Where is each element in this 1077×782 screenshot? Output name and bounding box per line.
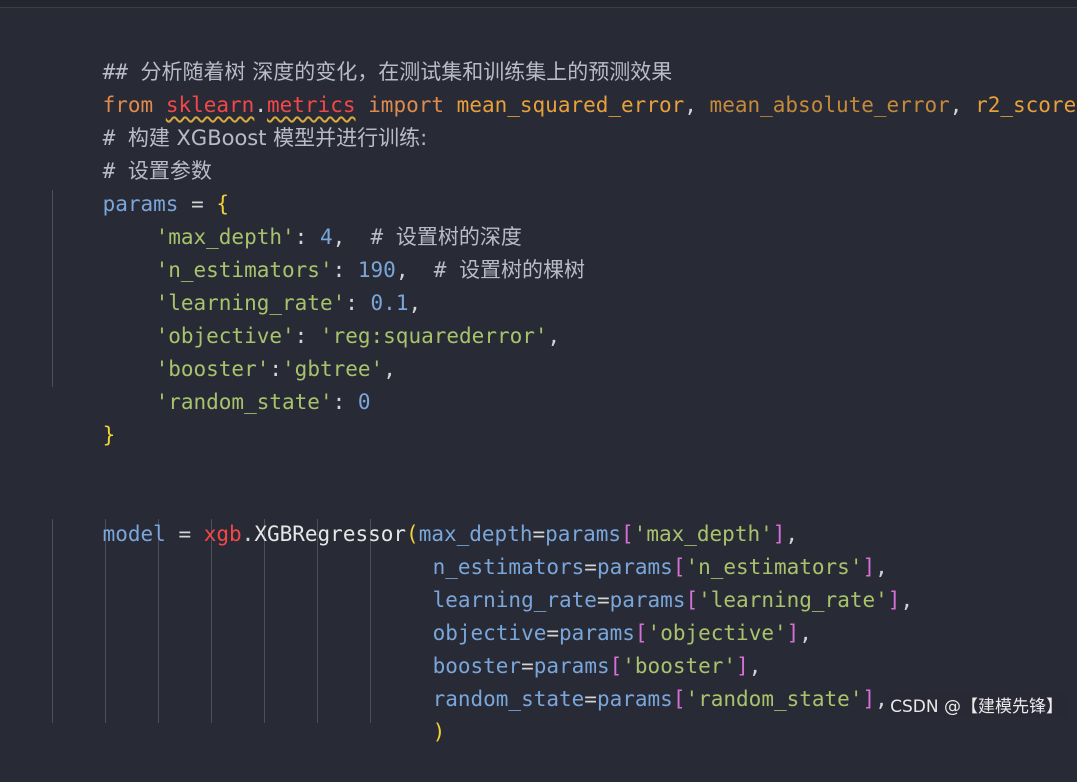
bracket-close: ] — [862, 687, 876, 711]
comment-text: 设置树的棵树 — [459, 258, 586, 282]
bracket-close: ] — [786, 621, 800, 645]
code-line-10[interactable]: 'booster':'gbtree', — [105, 320, 396, 381]
dict-key: 'random_state' — [685, 687, 863, 711]
code-line-1[interactable]: ## 分析随着树 深度的变化，在测试集和训练集上的预测效果 — [52, 23, 673, 84]
comma: , — [383, 357, 396, 381]
colon: : — [332, 390, 358, 414]
code-line-3[interactable]: # 构建 XGBoost 模型并进行训练: — [52, 89, 428, 150]
code-line-6[interactable]: 'max_depth': 4, # 设置树的深度 — [105, 188, 522, 249]
dict-key: 'random_state' — [155, 390, 333, 414]
code-line-14[interactable]: n_estimators=params['n_estimators'], — [382, 518, 888, 579]
code-line-12[interactable]: } — [52, 386, 116, 447]
code-line-11[interactable]: 'random_state': 0 — [105, 353, 371, 414]
import-name: mean_squared_error — [456, 93, 685, 117]
comma: , — [799, 621, 812, 645]
code-line-4[interactable]: # 设置参数 — [52, 122, 212, 183]
code-editor[interactable]: ## 分析随着树 深度的变化，在测试集和训练集上的预测效果 from sklea… — [0, 8, 1077, 744]
brace-close: } — [102, 423, 116, 447]
bracket-close: ] — [887, 588, 901, 612]
comma: , — [547, 324, 561, 348]
comma: , — [684, 93, 710, 117]
operator: = — [584, 687, 597, 711]
operator: = — [165, 522, 204, 546]
code-line-16[interactable]: objective=params['objective'], — [382, 584, 812, 645]
argument-name: random_state — [432, 687, 585, 711]
module-xgb: xgb — [203, 522, 242, 546]
editor-top-border — [0, 0, 1077, 8]
code-line-2[interactable]: from sklearn.metrics import mean_squared… — [52, 56, 1077, 117]
code-line-13[interactable]: model = xgb.XGBRegressor(max_depth=param… — [52, 485, 798, 546]
code-line-8[interactable]: 'learning_rate': 0.1, — [105, 254, 422, 315]
code-line-17[interactable]: booster=params['booster'], — [382, 617, 762, 678]
comma: , — [900, 588, 914, 612]
comment-hash: # — [433, 258, 460, 282]
dot: . — [241, 522, 255, 546]
code-line-9[interactable]: 'objective': 'reg:squarederror', — [105, 287, 561, 348]
code-line-15[interactable]: learning_rate=params['learning_rate'], — [382, 551, 914, 612]
csdn-watermark: CSDN @【建模先锋】 — [886, 692, 1067, 717]
variable-model: model — [102, 522, 166, 546]
code-line-7[interactable]: 'n_estimators': 190, # 设置树的棵树 — [105, 221, 585, 282]
comma: , — [949, 93, 976, 117]
code-line-5[interactable]: params = { — [52, 155, 229, 216]
dict-value: 0 — [357, 390, 371, 414]
code-line-19[interactable]: ) — [382, 683, 446, 744]
code-line-18[interactable]: random_state=params['random_state'], — [382, 650, 888, 711]
import-name: r2_score — [975, 93, 1077, 117]
import-name: mean_absolute_error — [709, 93, 950, 117]
bracket-open: [ — [672, 687, 686, 711]
variable-params: params — [596, 687, 673, 711]
paren-close: ) — [432, 720, 446, 744]
